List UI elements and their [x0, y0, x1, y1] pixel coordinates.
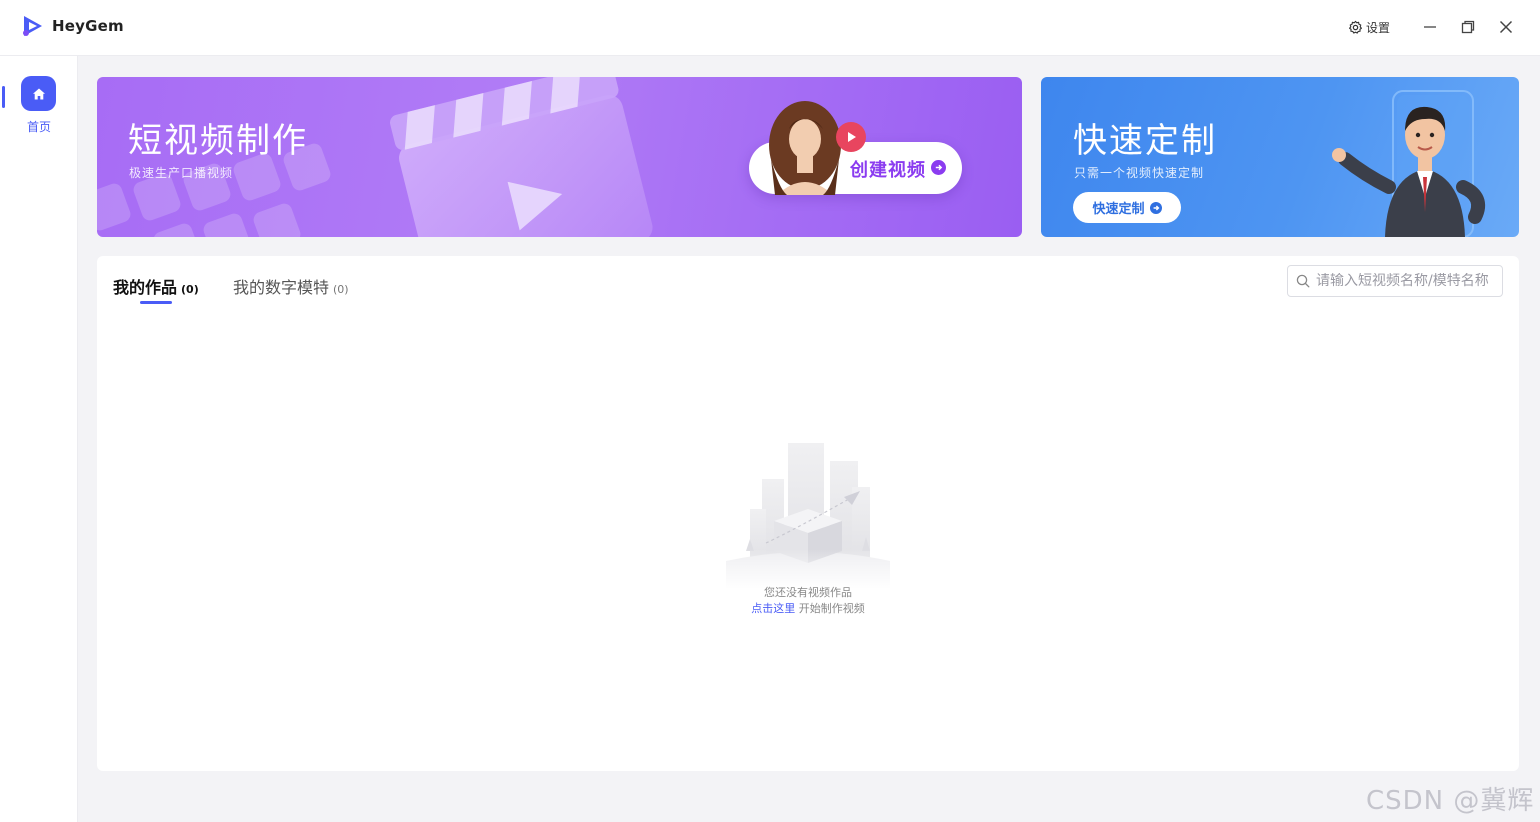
search-icon [1296, 274, 1310, 288]
empty-state-illustration [726, 443, 890, 589]
window-controls: 设置 [1348, 14, 1518, 40]
short-video-title: 短视频制作 [128, 121, 308, 161]
active-tab-underline [140, 301, 172, 304]
arrow-right-icon [1149, 201, 1162, 214]
tab-my-digital-models[interactable]: 我的数字模特 (0) [233, 274, 349, 298]
active-indicator [2, 86, 5, 108]
clapperboard-illustration [390, 77, 653, 237]
tab-count: (0) [181, 283, 199, 296]
sidebar-item-label: 首页 [26, 120, 51, 134]
quick-custom-subtitle: 只需一个视频快速定制 [1074, 166, 1205, 180]
minimize-icon [1424, 26, 1436, 28]
arrow-right-icon [931, 160, 946, 175]
quick-custom-title: 快速定制 [1073, 121, 1217, 161]
play-icon [836, 122, 866, 152]
restore-button[interactable] [1456, 14, 1480, 40]
empty-state-message: 您还没有视频作品 [764, 586, 852, 599]
minimize-button[interactable] [1418, 14, 1442, 40]
sidebar-item-home[interactable]: 首页 [0, 76, 78, 136]
settings-label: 设置 [1365, 20, 1390, 35]
short-video-subtitle: 极速生产口播视频 [129, 166, 234, 180]
tab-label: 我的作品 [113, 278, 178, 297]
gear-icon [1349, 20, 1362, 34]
app-logo: HeyGem [20, 13, 124, 39]
tab-count: (0) [333, 283, 349, 296]
title-bar: HeyGem 设置 [0, 0, 1540, 56]
tab-my-works[interactable]: 我的作品 (0) [113, 274, 199, 298]
works-panel: 我的作品 (0) 我的数字模特 (0) 请输入短视频名称/模特名称 您还没有视频… [97, 256, 1519, 771]
sidebar: 首页 [0, 56, 78, 822]
logo-icon [23, 16, 42, 36]
app-name: HeyGem [52, 17, 124, 35]
female-avatar-image [769, 101, 841, 195]
empty-state-text: 您还没有视频作品 点击这里 开始制作视频 [617, 585, 999, 617]
watermark: CSDN @冀辉 [1366, 786, 1535, 816]
short-video-banner[interactable]: 短视频制作 极速生产口播视频 创建视频 [97, 77, 1022, 237]
businessman-illustration [1332, 90, 1485, 237]
home-icon [32, 88, 45, 99]
settings-button[interactable]: 设置 [1348, 19, 1390, 36]
tab-label: 我的数字模特 [233, 278, 330, 297]
close-icon [1499, 20, 1513, 34]
home-button[interactable] [21, 76, 56, 111]
start-creating-link[interactable]: 点击这里 [751, 602, 795, 615]
quick-custom-button[interactable]: 快速定制 [1073, 192, 1181, 223]
search-input[interactable] [1316, 273, 1496, 289]
quick-custom-label: 快速定制 [1092, 202, 1145, 217]
empty-state-action: 点击这里 开始制作视频 [617, 601, 999, 617]
close-button[interactable] [1494, 14, 1518, 40]
create-video-label: 创建视频 [850, 160, 926, 181]
empty-state-link-suffix: 开始制作视频 [795, 602, 865, 615]
restore-icon [1461, 20, 1475, 34]
quick-custom-banner[interactable]: 快速定制 只需一个视频快速定制 快速定制 [1041, 77, 1519, 237]
search-box[interactable] [1287, 265, 1503, 297]
